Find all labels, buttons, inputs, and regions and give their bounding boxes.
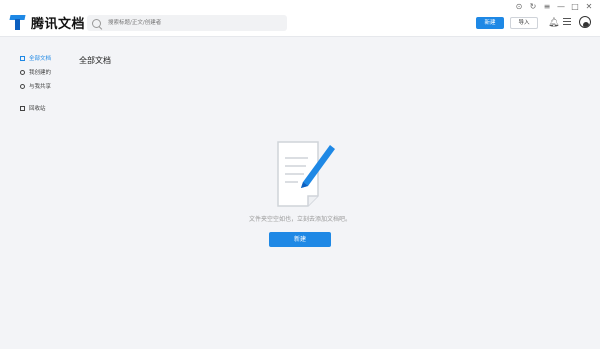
document-icon: [20, 55, 25, 61]
app-logo[interactable]: 腾讯文档: [9, 13, 85, 32]
users-icon: [20, 83, 25, 89]
empty-state-message: 文件夹空空如也，立刻去添加文档吧。: [248, 216, 351, 223]
search-box[interactable]: [87, 15, 287, 31]
search-icon: [92, 18, 101, 28]
window-controls: ⊙ ↻ ≡ — □ ✕: [512, 2, 596, 12]
logo-icon: [9, 14, 26, 31]
list-icon[interactable]: ≡: [540, 2, 554, 12]
import-button[interactable]: 导入: [510, 17, 538, 29]
settings-icon[interactable]: ⊙: [512, 2, 526, 12]
sidebar-item-label: 全部文档: [29, 56, 52, 62]
title-bar: 腾讯文档 ⊙ ↻ ≡ — □ ✕ 新建 导入 🔔︎: [0, 0, 600, 37]
sidebar-item-label: 与我共享: [29, 84, 52, 90]
user-icon: [20, 69, 25, 75]
new-button[interactable]: 新建: [476, 17, 504, 29]
page-title: 全部文档: [79, 56, 111, 65]
sidebar-item-label: 我创建的: [29, 70, 52, 76]
app-title: 腾讯文档: [31, 17, 86, 32]
maximize-icon[interactable]: □: [568, 2, 582, 12]
sidebar: 全部文档 我创建的 与我共享 回收站: [0, 37, 64, 349]
refresh-icon[interactable]: ↻: [526, 2, 540, 12]
sidebar-item-recycle-bin[interactable]: 回收站: [20, 104, 46, 112]
avatar[interactable]: [579, 16, 591, 28]
close-icon[interactable]: ✕: [582, 2, 596, 12]
sidebar-item-all-docs[interactable]: 全部文档: [20, 54, 51, 62]
sidebar-item-label: 回收站: [29, 106, 46, 112]
bell-icon[interactable]: 🔔︎: [548, 18, 559, 28]
minimize-icon[interactable]: —: [554, 2, 568, 12]
hamburger-menu-icon[interactable]: [563, 18, 571, 25]
search-input[interactable]: [106, 19, 270, 27]
sidebar-item-created-by-me[interactable]: 我创建的: [20, 68, 51, 76]
trash-icon: [20, 105, 25, 111]
create-document-button[interactable]: 新建: [269, 232, 331, 247]
empty-document-illustration: [277, 141, 335, 207]
sidebar-item-shared-with-me[interactable]: 与我共享: [20, 82, 51, 90]
